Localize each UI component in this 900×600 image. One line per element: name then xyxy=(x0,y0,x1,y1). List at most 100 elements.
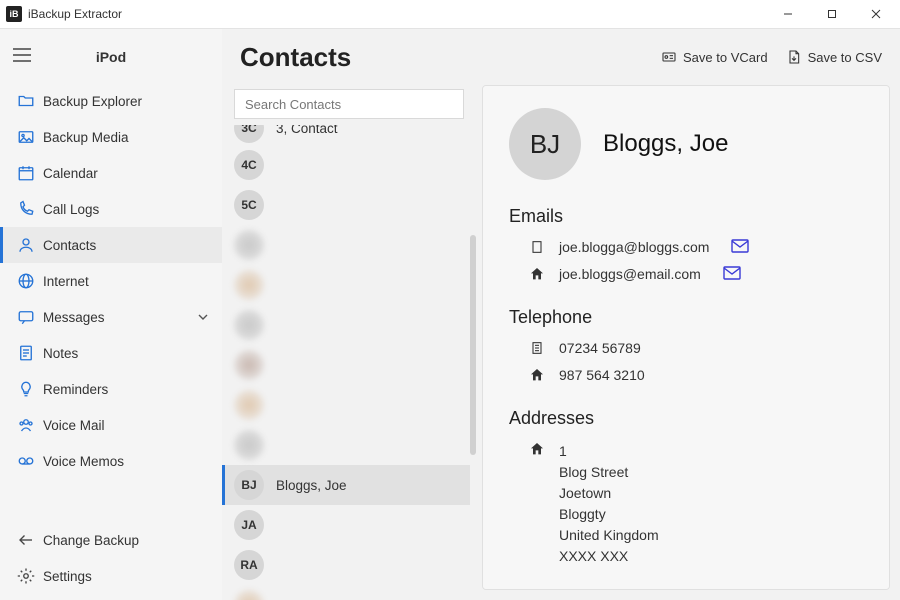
contact-avatar xyxy=(234,390,264,420)
contact-avatar xyxy=(234,310,264,340)
search-input[interactable] xyxy=(234,89,464,119)
contacts-list[interactable]: 3C3, Contact 4C 5C BJ Bloggs, Joe JA RA xyxy=(222,125,476,600)
save-csv-button[interactable]: Save to CSV xyxy=(786,49,882,65)
sidebar-item-internet[interactable]: Internet xyxy=(0,263,222,299)
section-addresses-title: Addresses xyxy=(509,408,863,429)
sidebar-item-label: Contacts xyxy=(43,238,222,253)
contact-avatar: 3C xyxy=(234,125,264,143)
list-item[interactable] xyxy=(222,425,470,465)
sidebar-item-settings[interactable]: Settings xyxy=(0,558,222,594)
sidebar-item-label: Notes xyxy=(43,346,222,361)
list-item[interactable] xyxy=(222,345,470,385)
contact-avatar: 5C xyxy=(234,190,264,220)
calendar-icon xyxy=(17,164,43,182)
sidebar-item-label: Messages xyxy=(43,310,198,325)
contact-avatar xyxy=(234,350,264,380)
building-icon xyxy=(529,340,547,359)
contact-avatar: BJ xyxy=(234,470,264,500)
sidebar-item-contacts[interactable]: Contacts xyxy=(0,227,222,263)
list-item[interactable]: 4C xyxy=(222,145,470,185)
sidebar-item-call-logs[interactable]: Call Logs xyxy=(0,191,222,227)
list-item[interactable] xyxy=(222,225,470,265)
maximize-button[interactable] xyxy=(810,0,854,28)
sidebar: iPod Backup Explorer Backup Media Calend… xyxy=(0,29,222,600)
sidebar-item-backup-media[interactable]: Backup Media xyxy=(0,119,222,155)
titlebar: iB iBackup Extractor xyxy=(0,0,900,28)
sidebar-item-voice-memos[interactable]: Voice Memos xyxy=(0,443,222,479)
sidebar-item-label: Backup Media xyxy=(43,130,222,145)
email-value: joe.bloggs@email.com xyxy=(559,266,701,282)
phone-field: 07234 56789 xyxy=(509,336,863,363)
contact-avatar xyxy=(234,590,264,600)
save-csv-label: Save to CSV xyxy=(808,50,882,65)
list-item[interactable]: JA xyxy=(222,505,470,545)
sidebar-item-label: Calendar xyxy=(43,166,222,181)
address-field: 1 Blog Street Joetown Bloggty United Kin… xyxy=(509,437,863,571)
address-line: 1 xyxy=(559,441,659,462)
page-header: Contacts Save to VCard Save to CSV xyxy=(222,29,900,85)
address-line: XXXX XXX xyxy=(559,546,659,567)
sidebar-item-voice-mail[interactable]: Voice Mail xyxy=(0,407,222,443)
list-item[interactable]: 3C3, Contact xyxy=(222,125,470,145)
mail-icon[interactable] xyxy=(723,266,741,283)
phone-value: 07234 56789 xyxy=(559,340,641,356)
sidebar-item-backup-explorer[interactable]: Backup Explorer xyxy=(0,83,222,119)
address-line: Blog Street xyxy=(559,462,659,483)
detail-avatar: BJ xyxy=(509,108,581,180)
list-item[interactable] xyxy=(222,385,470,425)
folder-icon xyxy=(17,92,43,110)
nav: Backup Explorer Backup Media Calendar Ca… xyxy=(0,83,222,522)
list-item[interactable]: RA xyxy=(222,545,470,585)
page-title: Contacts xyxy=(240,42,351,73)
sidebar-item-label: Settings xyxy=(43,569,222,584)
building-icon xyxy=(529,239,547,258)
chevron-down-icon xyxy=(198,310,208,325)
detail-display-name: Bloggs, Joe xyxy=(603,130,728,158)
phone-icon xyxy=(17,200,43,218)
list-item[interactable] xyxy=(222,305,470,345)
list-item[interactable] xyxy=(222,265,470,305)
voicememos-icon xyxy=(17,452,43,470)
contact-avatar xyxy=(234,270,264,300)
mail-icon[interactable] xyxy=(731,239,749,256)
address-line: Bloggty xyxy=(559,504,659,525)
globe-icon xyxy=(17,272,43,290)
device-name: iPod xyxy=(44,49,222,65)
address-line: United Kingdom xyxy=(559,525,659,546)
sidebar-item-reminders[interactable]: Reminders xyxy=(0,371,222,407)
sidebar-item-label: Backup Explorer xyxy=(43,94,222,109)
search-wrapper xyxy=(234,89,464,119)
save-vcard-button[interactable]: Save to VCard xyxy=(661,49,768,65)
email-field: joe.bloggs@email.com xyxy=(509,262,863,289)
sidebar-item-change-backup[interactable]: Change Backup xyxy=(0,522,222,558)
sidebar-item-messages[interactable]: Messages xyxy=(0,299,222,335)
minimize-button[interactable] xyxy=(766,0,810,28)
close-button[interactable] xyxy=(854,0,898,28)
sidebar-item-notes[interactable]: Notes xyxy=(0,335,222,371)
note-icon xyxy=(17,344,43,362)
sidebar-item-calendar[interactable]: Calendar xyxy=(0,155,222,191)
address-line: Joetown xyxy=(559,483,659,504)
hamburger-button[interactable] xyxy=(0,48,44,67)
list-item[interactable]: 5C xyxy=(222,185,470,225)
phone-field: 987 564 3210 xyxy=(509,363,863,390)
section-emails-title: Emails xyxy=(509,206,863,227)
sidebar-item-label: Voice Mail xyxy=(43,418,222,433)
contact-avatar xyxy=(234,430,264,460)
home-icon xyxy=(529,266,547,285)
list-item[interactable] xyxy=(222,585,470,600)
contact-avatar: JA xyxy=(234,510,264,540)
contact-avatar: 4C xyxy=(234,150,264,180)
back-arrow-icon xyxy=(17,531,43,549)
email-field: joe.blogga@bloggs.com xyxy=(509,235,863,262)
list-item-selected[interactable]: BJ Bloggs, Joe xyxy=(222,465,470,505)
email-value: joe.blogga@bloggs.com xyxy=(559,239,709,255)
contact-avatar xyxy=(234,230,264,260)
app-logo: iB xyxy=(6,6,22,22)
gear-icon xyxy=(17,567,43,585)
csv-icon xyxy=(786,49,802,65)
scrollbar[interactable] xyxy=(470,235,476,455)
contact-name: Bloggs, Joe xyxy=(276,478,347,493)
window-title: iBackup Extractor xyxy=(28,7,122,21)
sidebar-item-label: Call Logs xyxy=(43,202,222,217)
